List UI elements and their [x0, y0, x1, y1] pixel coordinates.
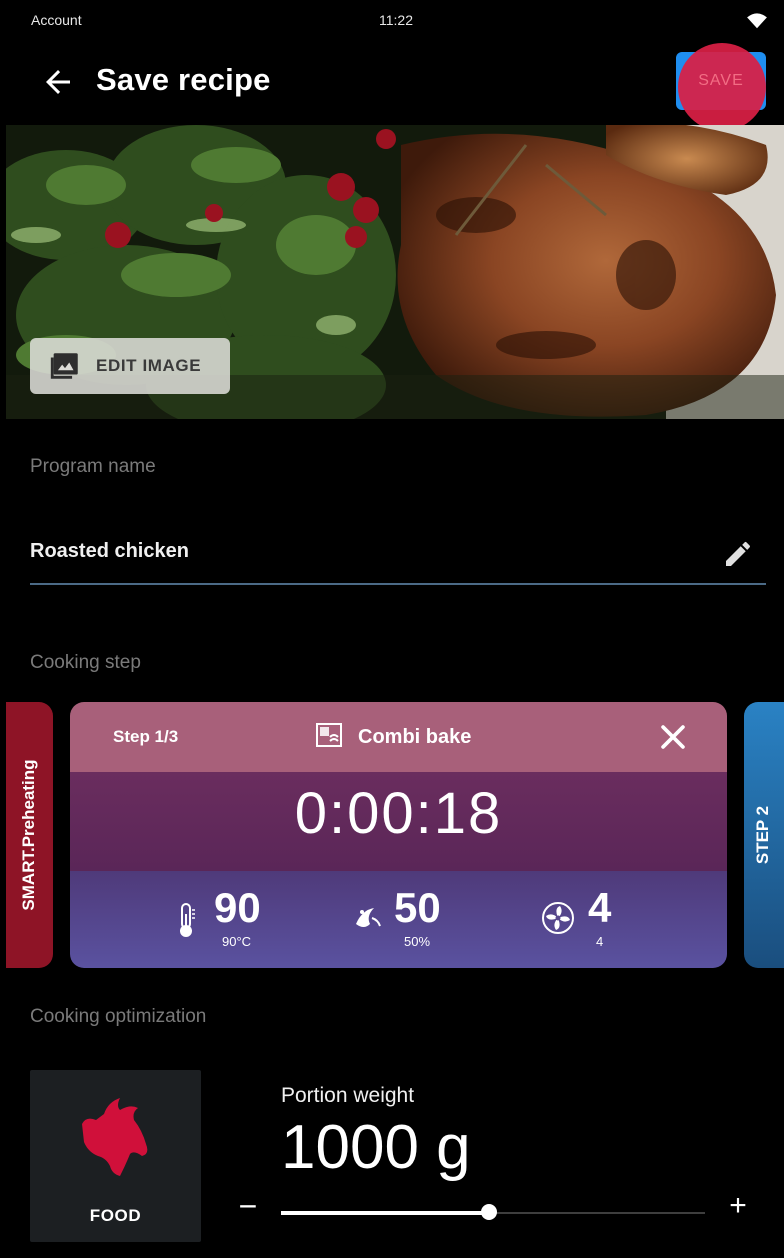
status-account-label: Account — [31, 12, 82, 28]
humidity-icon — [356, 908, 381, 927]
step-2-card-label: STEP 2 — [753, 805, 772, 865]
wifi-icon — [747, 13, 767, 29]
preheating-card-label: SMART.Preheating — [19, 759, 38, 911]
humidity-sub: 50% — [404, 934, 431, 949]
program-name-field[interactable]: Roasted chicken — [30, 540, 189, 563]
decrease-button[interactable]: − — [236, 1190, 260, 1222]
pencil-icon[interactable] — [722, 538, 754, 570]
portion-slider-thumb[interactable] — [480, 1204, 497, 1220]
humidity-value: 50 — [394, 884, 441, 931]
food-label: FOOD — [89, 1206, 142, 1225]
program-name-underline — [30, 583, 766, 585]
portion-weight-label: Portion weight — [281, 1084, 415, 1107]
status-time: 11:22 — [379, 12, 413, 28]
combi-bake-icon — [316, 723, 342, 747]
cooking-mode-label: Combi bake — [358, 726, 472, 748]
cooking-timer: 0:00:18 — [294, 781, 503, 846]
cow-icon — [82, 1098, 148, 1176]
close-icon[interactable] — [656, 720, 690, 754]
page-title: Save recipe — [96, 62, 271, 97]
temperature-value: 90 — [214, 884, 261, 931]
portion-slider-fill — [281, 1211, 489, 1215]
fan-sub: 4 — [596, 934, 604, 949]
edit-image-label[interactable]: EDIT IMAGE — [96, 356, 201, 376]
fan-icon — [542, 902, 574, 934]
portion-weight-value: 1000 g — [281, 1113, 471, 1182]
temperature-sub: 90°C — [222, 934, 252, 949]
fan-value: 4 — [588, 884, 612, 931]
program-name-label: Program name — [30, 456, 156, 477]
save-button-label[interactable]: SAVE — [676, 72, 766, 90]
thermometer-icon — [180, 903, 195, 937]
image-icon — [50, 353, 78, 379]
back-arrow-icon[interactable] — [40, 64, 76, 100]
cooking-optimization-label: Cooking optimization — [30, 1006, 207, 1027]
increase-button[interactable]: + — [726, 1191, 750, 1221]
cooking-step-label: Cooking step — [30, 652, 141, 673]
step-counter: Step 1/3 — [113, 727, 179, 746]
